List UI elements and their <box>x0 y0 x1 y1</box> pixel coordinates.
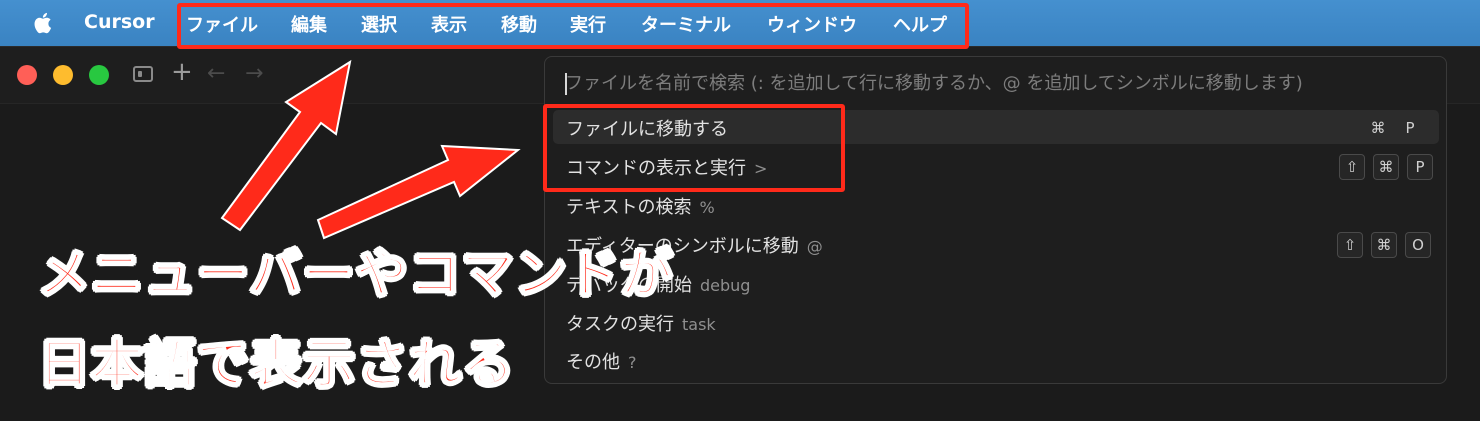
arrow-up-icon <box>220 59 352 232</box>
annotation-caption-line1: メニューバーやコマンドが <box>37 244 674 306</box>
arrow-right-icon <box>316 144 521 240</box>
annotation-caption-line2: 日本語で表示される <box>37 334 516 396</box>
